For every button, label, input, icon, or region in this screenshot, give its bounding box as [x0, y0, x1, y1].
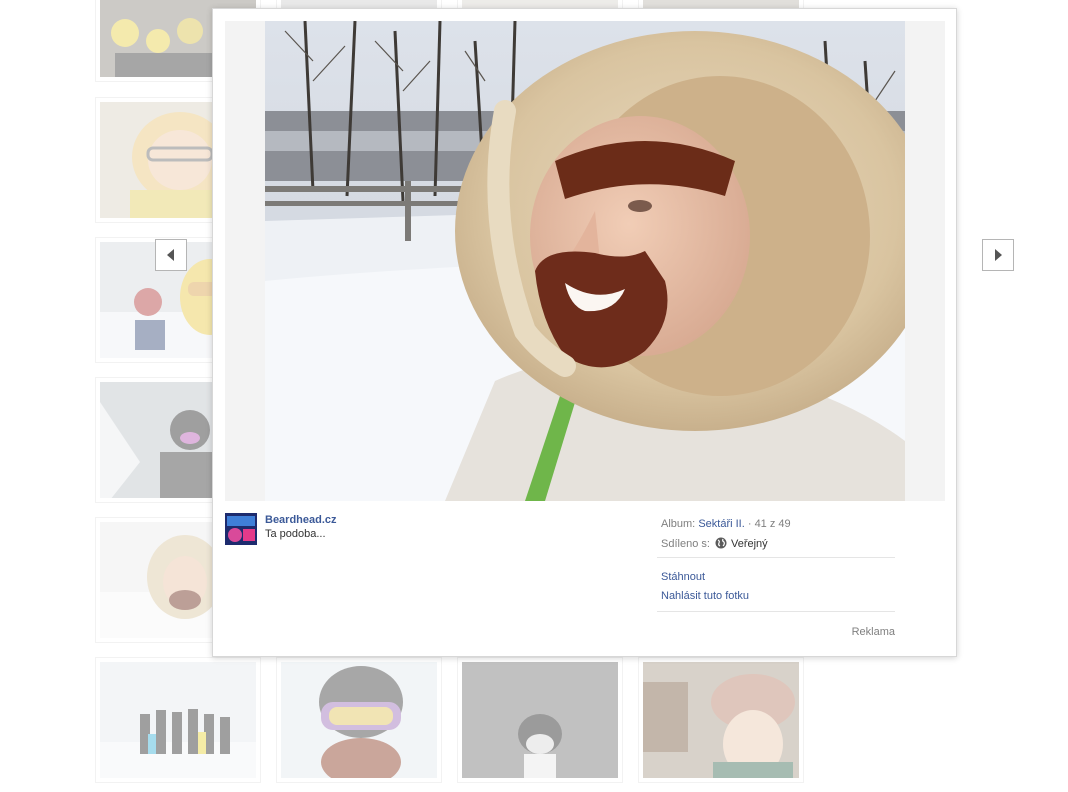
previous-photo-button[interactable] [155, 239, 187, 271]
next-photo-button[interactable] [982, 239, 1014, 271]
shared-with-label: Sdíleno s: [661, 538, 710, 550]
audience-selector[interactable]: Veřejný [713, 537, 768, 550]
globe-icon [715, 537, 727, 549]
report-photo-link[interactable]: Nahlásit tuto fotku [661, 590, 749, 602]
album-label: Album: [661, 518, 696, 530]
photo-caption: Ta podoba... [265, 528, 326, 540]
arrow-right-icon [995, 249, 1002, 261]
album-photo-thumb[interactable] [457, 657, 623, 783]
album-photo-thumb[interactable] [276, 657, 442, 783]
arrow-left-icon [167, 249, 174, 261]
photo-viewer: Beardhead.cz Ta podoba... Album: Sektáři… [212, 8, 957, 657]
main-photo[interactable] [265, 21, 905, 501]
sponsored-label: Reklama [851, 626, 895, 638]
album-photo-thumb[interactable] [638, 657, 804, 783]
album-name-link[interactable]: Sektáři II. [698, 518, 744, 530]
audience-value: Veřejný [730, 538, 768, 550]
album-photo-thumb[interactable] [95, 657, 261, 783]
owner-name-link[interactable]: Beardhead.cz [265, 514, 337, 526]
photo-stage[interactable] [225, 21, 945, 501]
photo-position: · 41 z 49 [747, 518, 791, 530]
meta-divider [657, 557, 895, 558]
owner-avatar[interactable] [225, 513, 257, 545]
meta-divider [657, 611, 895, 612]
download-link[interactable]: Stáhnout [661, 571, 705, 583]
